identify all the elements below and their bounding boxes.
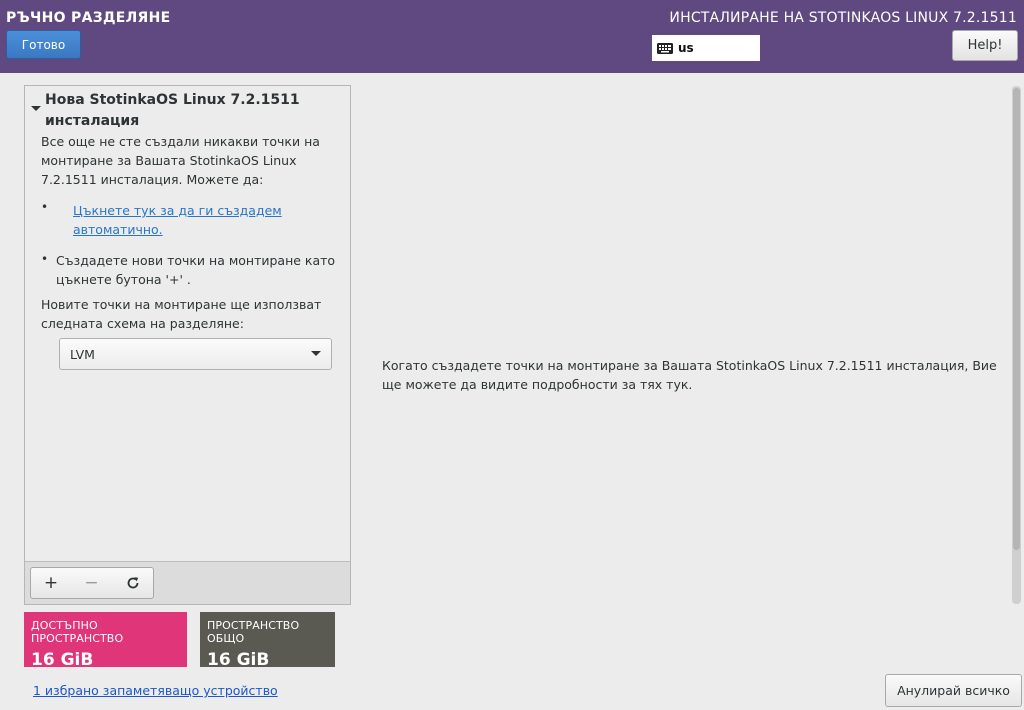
details-placeholder-text: Когато създадете точки на монтиране за В… [382,358,997,392]
selected-storage-link[interactable]: 1 избрано запаметяващо устройство [33,683,278,698]
keyboard-layout-label: us [678,41,694,55]
product-title: ИНСТАЛИРАНЕ НА STOTINKAOS LINUX 7.2.1511 [669,10,1017,26]
add-mountpoint-button[interactable]: + [30,567,72,599]
partition-scheme-select[interactable]: LVM [59,338,332,370]
installation-title[interactable]: Нова StotinkaOS Linux 7.2.1511 инсталаци… [45,90,335,132]
spoke-title: РЪЧНО РАЗДЕЛЯНЕ [6,10,171,26]
done-button[interactable]: Готово [6,30,81,59]
auto-create-link[interactable]: Цъкнете тук за да ги създадем автоматичн… [73,201,303,239]
available-space-box: ДОСТЪПНО ПРОСТРАНСТВО 16 GiB [24,612,187,670]
mountpoint-toolbar: + − [25,561,350,604]
bullet: • [41,252,49,266]
available-space-value: 16 GiB [31,650,94,670]
total-space-value: 16 GiB [207,650,270,670]
header-bar: РЪЧНО РАЗДЕЛЯНЕ Готово ИНСТАЛИРАНЕ НА ST… [0,0,1024,73]
remove-mountpoint-button[interactable]: − [71,567,113,599]
refresh-button[interactable] [112,567,154,599]
available-space-label: ДОСТЪПНО ПРОСТРАНСТВО [31,619,124,645]
help-button[interactable]: Help! [952,30,1018,61]
bullet: • [41,200,49,214]
reset-all-button[interactable]: Анулирай всичко [885,674,1022,707]
scheme-description: Новите точки на монтиране ще използват с… [41,297,322,331]
total-space-label: ПРОСТРАНСТВО ОБЩО [207,619,300,645]
keyboard-layout-indicator[interactable]: us [652,35,760,61]
partition-scheme-value: LVM [70,346,95,362]
total-space-box: ПРОСТРАНСТВО ОБЩО 16 GiB [200,612,335,670]
refresh-icon [127,577,138,589]
keyboard-icon [657,42,673,54]
scrollbar[interactable] [1012,86,1021,604]
chevron-down-icon [311,351,321,356]
mountpoint-list-panel: Нова StotinkaOS Linux 7.2.1511 инсталаци… [24,85,351,605]
new-mountpoint-text: Създадете нови точки на монтиране като ц… [56,253,336,287]
scrollbar-thumb[interactable] [1013,88,1020,550]
triangle-down-icon[interactable] [31,106,41,111]
no-mountpoints-text: Все още не сте създали никакви точки на … [41,134,320,187]
